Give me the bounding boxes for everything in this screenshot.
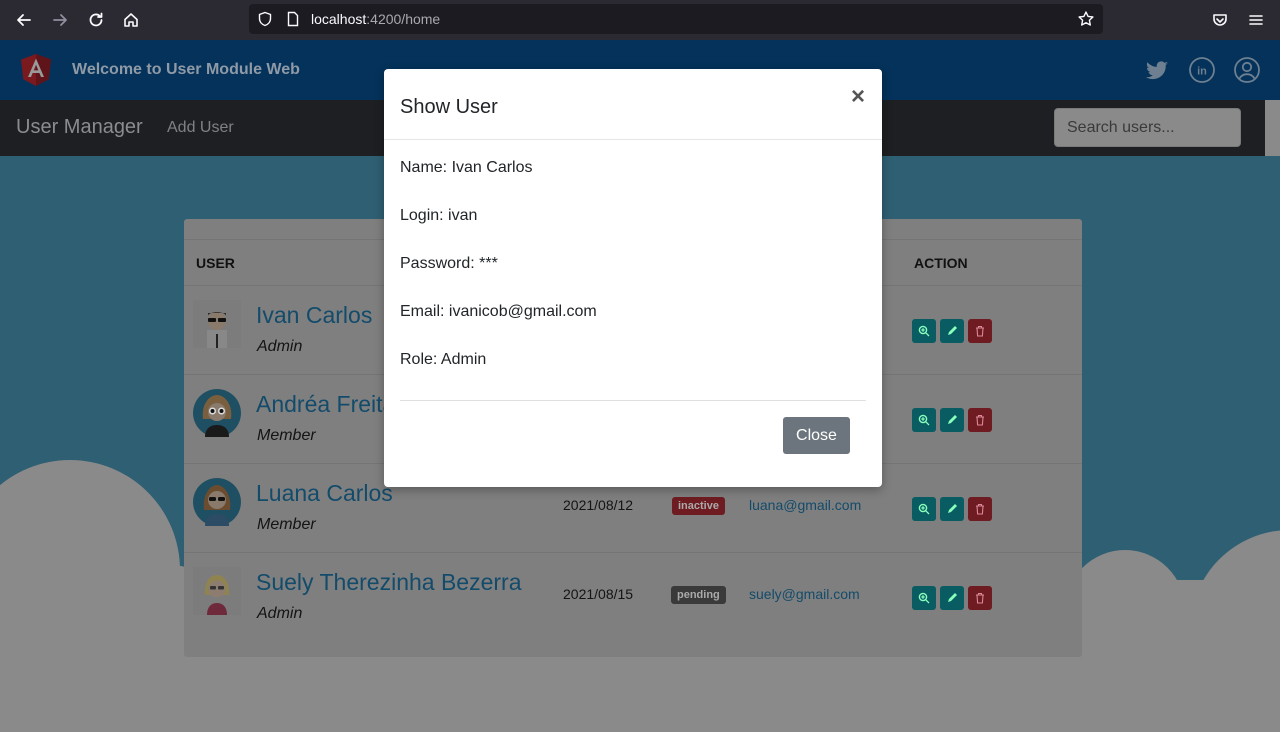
field-login: Login: ivan bbox=[400, 207, 478, 224]
menu-icon[interactable] bbox=[1244, 8, 1268, 32]
user-date: 2021/08/12 bbox=[563, 497, 634, 513]
pencil-icon bbox=[948, 326, 957, 335]
forward-icon[interactable] bbox=[48, 8, 72, 32]
address-bar[interactable]: localhost:4200/home bbox=[249, 4, 1103, 34]
user-role: Member bbox=[257, 427, 316, 444]
linkedin-icon[interactable]: in bbox=[1188, 56, 1216, 84]
user-role: Member bbox=[257, 516, 316, 533]
column-header-user: USER bbox=[196, 255, 235, 271]
field-password: Password: *** bbox=[400, 255, 498, 272]
pencil-icon bbox=[948, 504, 957, 513]
zoom-in-icon bbox=[918, 592, 930, 604]
delete-user-button[interactable] bbox=[968, 497, 992, 521]
status-badge: pending bbox=[671, 586, 726, 604]
url-path: :4200/home bbox=[366, 11, 441, 27]
view-user-button[interactable] bbox=[912, 586, 936, 610]
pocket-icon[interactable] bbox=[1208, 8, 1232, 32]
user-role: Admin bbox=[257, 338, 303, 355]
url-text[interactable]: localhost:4200/home bbox=[311, 11, 440, 27]
pencil-icon bbox=[948, 415, 957, 424]
modal-title: Show User bbox=[400, 96, 498, 118]
edit-user-button[interactable] bbox=[940, 497, 964, 521]
divider bbox=[384, 139, 882, 140]
trash-icon bbox=[976, 325, 984, 337]
trash-icon bbox=[976, 592, 984, 604]
delete-user-button[interactable] bbox=[968, 319, 992, 343]
field-name: Name: Ivan Carlos bbox=[400, 159, 533, 176]
back-icon[interactable] bbox=[12, 8, 36, 32]
bookmark-star-icon[interactable] bbox=[1077, 10, 1095, 28]
app-title: Welcome to User Module Web bbox=[72, 61, 300, 78]
browser-toolbar: localhost:4200/home bbox=[0, 0, 1280, 40]
field-role: Role: Admin bbox=[400, 351, 487, 368]
edit-user-button[interactable] bbox=[940, 319, 964, 343]
page-icon bbox=[287, 11, 299, 27]
avatar bbox=[193, 389, 241, 437]
view-user-button[interactable] bbox=[912, 319, 936, 343]
divider bbox=[400, 400, 866, 401]
angular-logo-icon bbox=[21, 54, 51, 86]
zoom-in-icon bbox=[918, 503, 930, 515]
avatar bbox=[193, 478, 241, 526]
edit-user-button[interactable] bbox=[940, 408, 964, 432]
avatar bbox=[193, 567, 241, 615]
trash-icon bbox=[976, 414, 984, 426]
view-user-button[interactable] bbox=[912, 497, 936, 521]
field-email: Email: ivanicob@gmail.com bbox=[400, 303, 597, 320]
user-name[interactable]: Ivan Carlos bbox=[256, 302, 372, 329]
close-icon[interactable]: × bbox=[848, 85, 868, 109]
edit-user-button[interactable] bbox=[940, 586, 964, 610]
user-name[interactable]: Suely Therezinha Bezerra bbox=[256, 569, 522, 596]
pencil-icon bbox=[948, 593, 957, 602]
close-button[interactable]: Close bbox=[783, 417, 850, 454]
svg-text:in: in bbox=[1197, 66, 1207, 78]
search-input[interactable] bbox=[1054, 108, 1241, 147]
user-role: Admin bbox=[257, 605, 303, 622]
status-badge: inactive bbox=[672, 497, 725, 515]
user-email-link[interactable]: luana@gmail.com bbox=[749, 497, 861, 513]
nav-add-user[interactable]: Add User bbox=[167, 119, 234, 137]
trash-icon bbox=[976, 503, 984, 515]
user-email-link[interactable]: suely@gmail.com bbox=[749, 586, 860, 602]
avatar bbox=[193, 300, 241, 348]
show-user-modal: Show User × Name: Ivan Carlos Login: iva… bbox=[384, 69, 882, 487]
user-name[interactable]: Andréa Freita bbox=[256, 391, 395, 418]
user-date: 2021/08/15 bbox=[563, 586, 634, 602]
user-account-icon[interactable] bbox=[1233, 56, 1261, 84]
home-icon[interactable] bbox=[119, 8, 143, 32]
twitter-icon[interactable] bbox=[1143, 56, 1171, 84]
reload-icon[interactable] bbox=[84, 8, 108, 32]
brand-link[interactable]: User Manager bbox=[16, 116, 143, 139]
view-user-button[interactable] bbox=[912, 408, 936, 432]
column-header-action: ACTION bbox=[914, 255, 968, 271]
table-row: Suely Therezinha Bezerra Admin 2021/08/1… bbox=[184, 553, 1082, 642]
zoom-in-icon bbox=[918, 325, 930, 337]
delete-user-button[interactable] bbox=[968, 586, 992, 610]
zoom-in-icon bbox=[918, 414, 930, 426]
delete-user-button[interactable] bbox=[968, 408, 992, 432]
shield-icon[interactable] bbox=[257, 11, 273, 27]
user-name[interactable]: Luana Carlos bbox=[256, 480, 393, 507]
url-host: localhost bbox=[311, 11, 367, 27]
